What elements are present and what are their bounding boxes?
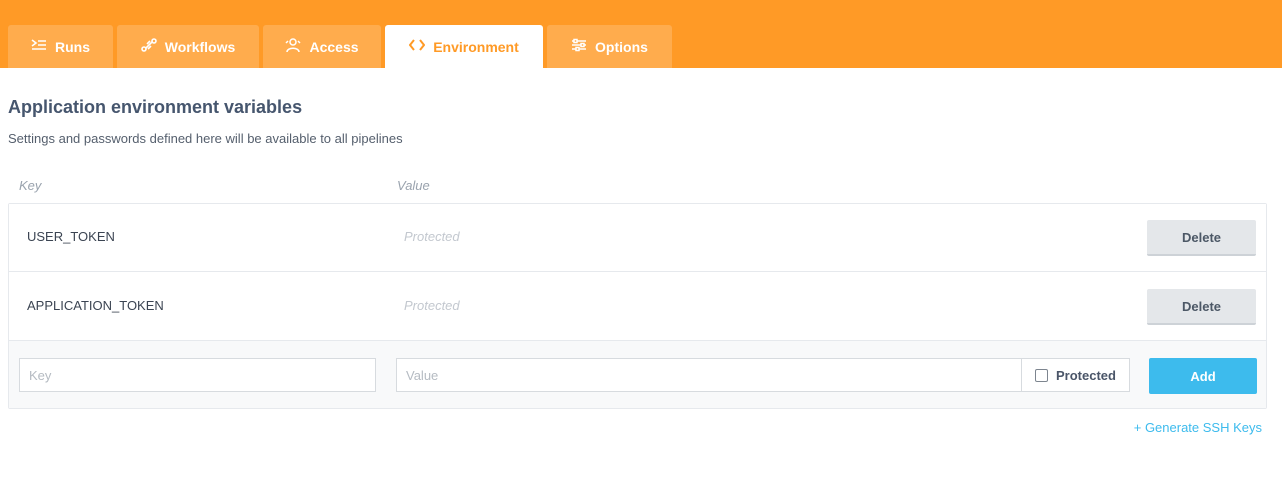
access-icon <box>285 37 301 56</box>
tab-options[interactable]: Options <box>547 25 672 68</box>
key-input[interactable]: Key <box>19 358 376 392</box>
tab-bar: Runs Workflows Access Environment Option… <box>8 25 672 68</box>
protected-checkbox[interactable] <box>1035 368 1048 382</box>
generate-ssh-keys-link[interactable]: + Generate SSH Keys <box>1134 420 1262 435</box>
protected-label: Protected <box>1056 367 1116 383</box>
tab-runs[interactable]: Runs <box>8 25 113 68</box>
tab-environment[interactable]: Environment <box>385 25 543 68</box>
variable-value: Protected <box>404 229 460 244</box>
table-row: USER_TOKEN Protected Delete <box>9 204 1266 272</box>
delete-button[interactable]: Delete <box>1147 220 1256 256</box>
page-subtitle: Settings and passwords defined here will… <box>8 131 403 146</box>
value-input[interactable]: Value <box>396 358 1022 392</box>
protected-toggle[interactable]: Protected <box>1021 358 1130 392</box>
tab-workflows[interactable]: Workflows <box>117 25 259 68</box>
runs-icon <box>31 37 47 56</box>
tab-label: Runs <box>55 38 90 55</box>
column-header-value: Value <box>397 178 430 193</box>
variables-table: USER_TOKEN Protected Delete APPLICATION_… <box>8 203 1267 409</box>
column-header-key: Key <box>19 178 42 193</box>
add-button[interactable]: Add <box>1149 358 1257 394</box>
variable-key: USER_TOKEN <box>27 229 115 244</box>
options-icon <box>571 37 587 56</box>
workflows-icon <box>140 37 157 56</box>
tab-label: Access <box>309 38 359 55</box>
variable-key: APPLICATION_TOKEN <box>27 298 164 313</box>
code-icon <box>408 37 426 56</box>
tab-label: Environment <box>433 38 519 55</box>
new-variable-row: Key Value Protected Add <box>9 341 1266 408</box>
delete-button[interactable]: Delete <box>1147 289 1256 325</box>
page-title: Application environment variables <box>8 97 303 117</box>
tab-access[interactable]: Access <box>263 25 381 68</box>
table-row: APPLICATION_TOKEN Protected Delete <box>9 273 1266 341</box>
variable-value: Protected <box>404 298 460 313</box>
tab-label: Workflows <box>164 38 236 55</box>
tab-label: Options <box>595 38 648 55</box>
top-bar: Runs Workflows Access Environment Option… <box>0 0 1282 68</box>
